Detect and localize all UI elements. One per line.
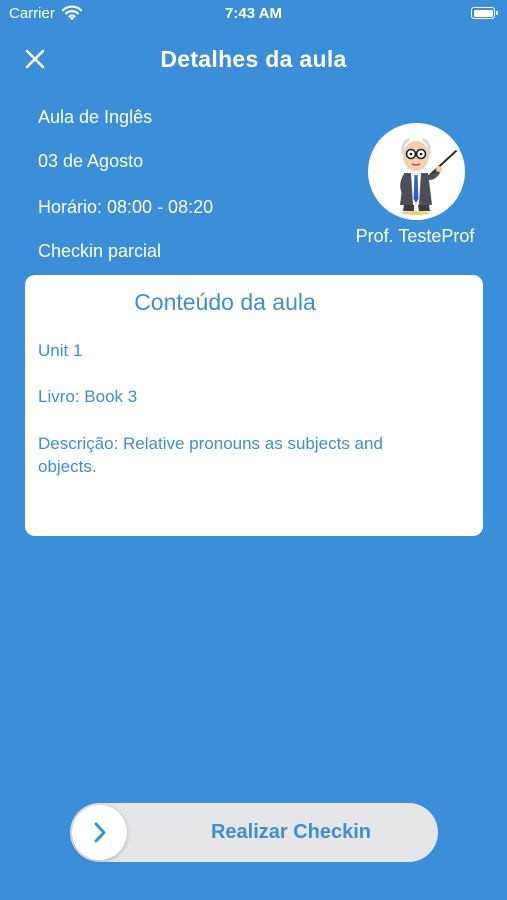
lesson-date: 03 de Agosto xyxy=(38,151,144,171)
checkin-slider-label: Realizar Checkin xyxy=(210,821,372,843)
teacher-name: Prof. TesteProf xyxy=(355,226,475,246)
lesson-content-card: Conteúdo da aula Unit 1 Livro: Book 3 De… xyxy=(25,275,483,536)
content-book: Livro: Book 3 xyxy=(38,387,138,406)
chevron-right-icon xyxy=(94,822,106,843)
page-title: Detalhes da aula xyxy=(160,46,347,72)
content-description: Descrição: Relative pronouns as subjects… xyxy=(38,434,383,476)
teacher-avatar xyxy=(368,123,465,220)
battery-icon xyxy=(471,7,498,19)
card-title: Conteúdo da aula xyxy=(134,289,316,315)
checkin-status: Checkin parcial xyxy=(38,241,162,261)
content-unit: Unit 1 xyxy=(38,341,83,360)
status-bar: Carrier 7:43 AM xyxy=(0,0,507,28)
status-time: 7:43 AM xyxy=(225,5,282,22)
lesson-schedule: Horário: 08:00 - 08:20 xyxy=(38,197,214,217)
lesson-name: Aula de Inglês xyxy=(38,107,153,127)
checkin-slider-handle[interactable] xyxy=(72,805,127,860)
